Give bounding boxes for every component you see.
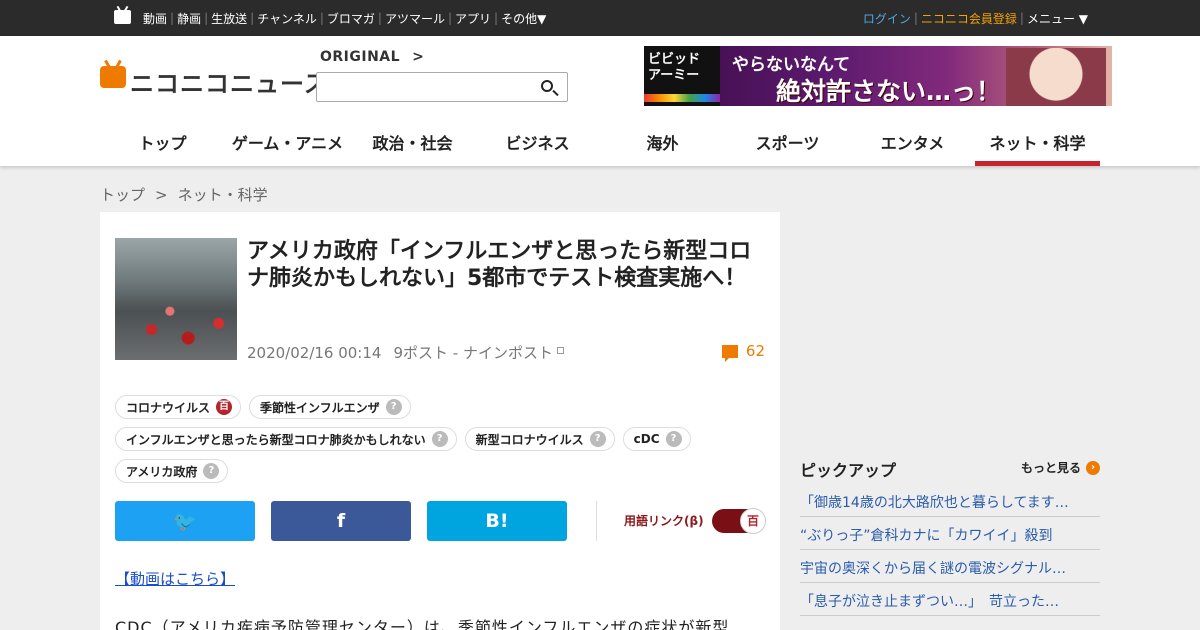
service-link-atsumaru[interactable]: アツマール bbox=[382, 10, 448, 27]
more-label: もっと見る bbox=[1020, 461, 1081, 475]
facebook-icon: f bbox=[336, 510, 346, 532]
register-link[interactable]: ニコニコ会員登録 bbox=[921, 10, 1017, 27]
global-navbar: 動画 | 静画 | 生放送 | チャンネル | ブロマガ | アツマール | アプリ | その… bbox=[0, 0, 1200, 36]
service-link-blomaga[interactable]: ブロマガ bbox=[324, 10, 378, 27]
dictionary-icon: 百 bbox=[740, 508, 766, 534]
nav-politics[interactable]: 政治・社会 bbox=[350, 120, 475, 166]
site-logo[interactable]: ニコニコニュース bbox=[130, 64, 329, 99]
niconico-logo-icon[interactable] bbox=[100, 66, 126, 88]
term-link-toggle[interactable]: 百 bbox=[712, 508, 766, 534]
pickup-item[interactable]: 「御歳14歳の北大路欣也と暮らしてます… bbox=[800, 484, 1100, 517]
pickup-heading: ピックアップ bbox=[800, 461, 897, 480]
tag-row: アメリカ政府? bbox=[115, 459, 775, 483]
tag-label: インフルエンザと思ったら新型コロナ肺炎かもしれない bbox=[126, 432, 426, 447]
help-icon[interactable]: ? bbox=[589, 431, 606, 447]
service-link-seiga[interactable]: 静画 bbox=[174, 10, 204, 27]
twitter-icon: 🐦 bbox=[173, 510, 197, 533]
article-meta: 2020/02/16 00:14 9ポスト - ナインポスト bbox=[247, 342, 564, 363]
site-header: ニコニコニュース ORIGINAL > ビビッド アーミー やらないなんて 絶対許… bbox=[0, 36, 1200, 166]
tag-label: cDC bbox=[633, 432, 660, 446]
nav-sports[interactable]: スポーツ bbox=[725, 120, 850, 166]
article-title: アメリカ政府「インフルエンザと思ったら新型コロナ肺炎かもしれない」5都市でテスト… bbox=[247, 239, 752, 291]
user-links: ログイン | ニコニコ会員登録 | メニュー ▼ bbox=[863, 0, 1088, 36]
tag-label: コロナウイルス bbox=[126, 400, 211, 415]
service-links: 動画 | 静画 | 生放送 | チャンネル | ブロマガ | アツマール | アプリ | その… bbox=[140, 0, 549, 36]
service-link-douga[interactable]: 動画 bbox=[140, 10, 170, 27]
article-card: アメリカ政府「インフルエンザと思ったら新型コロナ肺炎かもしれない」5都市でテスト… bbox=[100, 212, 780, 630]
original-label: ORIGINAL bbox=[320, 49, 401, 65]
login-link[interactable]: ログイン bbox=[863, 10, 911, 27]
breadcrumb-current[interactable]: ネット・科学 bbox=[178, 186, 268, 204]
original-link[interactable]: ORIGINAL > bbox=[320, 49, 424, 65]
tag-row: コロナウイルス百 季節性インフルエンザ? bbox=[115, 395, 775, 419]
nav-overseas[interactable]: 海外 bbox=[600, 120, 725, 166]
nav-top[interactable]: トップ bbox=[100, 120, 225, 166]
pickup-item[interactable]: 「息子が泣き止まずつい…」 苛立った… bbox=[800, 583, 1100, 616]
search-input[interactable] bbox=[316, 72, 568, 102]
video-link[interactable]: 【動画はこちら】 bbox=[115, 568, 235, 589]
tag-item[interactable]: インフルエンザと思ったら新型コロナ肺炎かもしれない? bbox=[115, 427, 457, 451]
menu-dropdown[interactable]: メニュー ▼ bbox=[1027, 10, 1088, 27]
chevron-right-icon: > bbox=[412, 49, 425, 65]
divider: | bbox=[913, 11, 918, 25]
category-nav: トップ ゲーム・アニメ 政治・社会 ビジネス 海外 スポーツ エンタメ ネット・… bbox=[100, 120, 1100, 166]
banner-stripe bbox=[644, 94, 720, 102]
breadcrumb-separator: > bbox=[155, 186, 168, 204]
service-link-other[interactable]: その他▼ bbox=[498, 10, 549, 27]
ad-banner[interactable]: ビビッド アーミー やらないなんて 絶対許さない…っ！ bbox=[644, 46, 1112, 106]
pickup-item[interactable]: 宇宙の奥深くから届く謎の電波シグナル… bbox=[800, 550, 1100, 583]
tag-item[interactable]: cDC? bbox=[622, 427, 691, 451]
service-link-live[interactable]: 生放送 bbox=[208, 10, 250, 27]
tag-list: コロナウイルス百 季節性インフルエンザ? インフルエンザと思ったら新型コロナ肺炎… bbox=[115, 395, 775, 491]
term-link-label: 用語リンク(β) bbox=[624, 514, 704, 528]
tag-label: 新型コロナウイルス bbox=[475, 432, 584, 447]
banner-text-2: 絶対許さない…っ！ bbox=[776, 77, 1002, 106]
article-body: CDC（アメリカ疾病予防管理センター）は、季節性インフルエンザの症状が新型 bbox=[115, 618, 730, 630]
share-hatena-button[interactable]: B! bbox=[427, 501, 567, 541]
service-link-app[interactable]: アプリ bbox=[452, 10, 494, 27]
tag-label: 季節性インフルエンザ bbox=[260, 400, 380, 415]
article-date: 2020/02/16 00:14 bbox=[247, 344, 382, 362]
help-icon[interactable]: ? bbox=[385, 399, 402, 415]
comment-icon bbox=[721, 344, 738, 362]
help-icon[interactable]: ? bbox=[431, 431, 448, 447]
comment-count-link[interactable]: 62 bbox=[721, 342, 765, 362]
comment-count: 62 bbox=[745, 342, 765, 360]
tag-item[interactable]: 新型コロナウイルス? bbox=[464, 427, 615, 451]
nav-game-anime[interactable]: ゲーム・アニメ bbox=[225, 120, 350, 166]
article-thumbnail[interactable] bbox=[115, 238, 237, 360]
tag-item[interactable]: コロナウイルス百 bbox=[115, 395, 242, 419]
divider bbox=[596, 501, 597, 541]
help-icon[interactable]: ? bbox=[203, 463, 220, 479]
chevron-right-icon: › bbox=[1086, 460, 1100, 475]
help-icon[interactable]: ? bbox=[665, 431, 682, 447]
share-twitter-button[interactable]: 🐦 bbox=[115, 501, 255, 541]
external-link-icon bbox=[556, 347, 564, 354]
nav-net-science[interactable]: ネット・科学 bbox=[975, 120, 1100, 166]
divider: | bbox=[1019, 11, 1024, 25]
breadcrumb: トップ > ネット・科学 bbox=[100, 184, 268, 205]
niconico-tv-icon[interactable] bbox=[114, 10, 131, 24]
banner-character-image bbox=[1006, 48, 1106, 106]
nav-entertainment[interactable]: エンタメ bbox=[850, 120, 975, 166]
pickup-list: 「御歳14歳の北大路欣也と暮らしてます… “ぶりっ子”倉科カナに「カワイイ」殺到… bbox=[800, 484, 1100, 616]
tag-item[interactable]: アメリカ政府? bbox=[115, 459, 229, 483]
article-source-label: 9ポスト - ナインポスト bbox=[393, 344, 553, 362]
search-icon[interactable] bbox=[541, 80, 553, 92]
breadcrumb-home[interactable]: トップ bbox=[100, 186, 145, 204]
tag-item[interactable]: 季節性インフルエンザ? bbox=[249, 395, 411, 419]
service-link-channel[interactable]: チャンネル bbox=[254, 10, 320, 27]
more-link[interactable]: もっと見る › bbox=[1021, 459, 1100, 476]
tag-label: アメリカ政府 bbox=[126, 464, 198, 479]
hatena-icon: B! bbox=[485, 510, 509, 532]
share-facebook-button[interactable]: f bbox=[271, 501, 411, 541]
article-source[interactable]: 9ポスト - ナインポスト bbox=[393, 344, 564, 362]
pickup-item[interactable]: “ぶりっ子”倉科カナに「カワイイ」殺到 bbox=[800, 517, 1100, 550]
tag-row: インフルエンザと思ったら新型コロナ肺炎かもしれない? 新型コロナウイルス? cD… bbox=[115, 427, 775, 451]
dictionary-icon[interactable]: 百 bbox=[216, 399, 233, 415]
nav-business[interactable]: ビジネス bbox=[475, 120, 600, 166]
